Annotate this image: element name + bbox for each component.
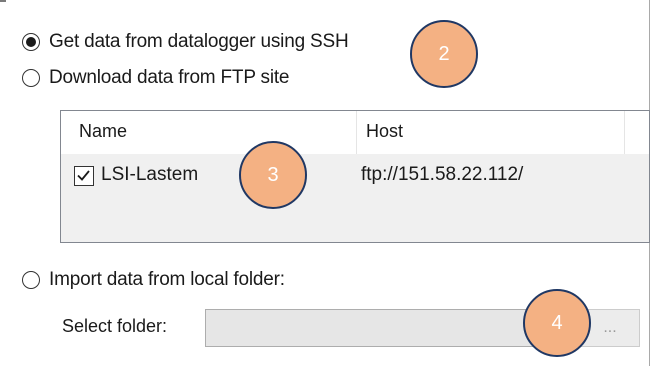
callout-badge: 4 — [523, 289, 591, 357]
row-host: ftp://151.58.22.112/ — [361, 164, 524, 185]
column-separator[interactable] — [356, 111, 357, 154]
callout-badge: 2 — [410, 20, 478, 88]
folder-path-input[interactable] — [205, 309, 574, 347]
list-header: Name Host — [61, 111, 649, 154]
column-header-name[interactable]: Name — [79, 121, 127, 142]
row-checkbox[interactable] — [74, 166, 94, 186]
row-name: LSI-Lastem — [101, 164, 199, 185]
radio-unselected-icon[interactable] — [22, 69, 40, 87]
radio-label-local: Import data from local folder: — [49, 269, 285, 290]
column-header-host[interactable]: Host — [366, 121, 403, 142]
radio-label-ssh: Get data from datalogger using SSH — [49, 31, 349, 52]
radio-selected-icon[interactable] — [22, 33, 40, 51]
radio-label-ftp: Download data from FTP site — [49, 67, 290, 88]
radio-unselected-icon[interactable] — [22, 271, 40, 289]
column-separator[interactable] — [624, 111, 625, 154]
checkmark-icon — [77, 170, 90, 181]
radio-option-ftp[interactable]: Download data from FTP site — [22, 64, 290, 92]
radio-option-local[interactable]: Import data from local folder: — [22, 266, 285, 294]
callout-badge: 3 — [239, 141, 307, 209]
ftp-site-list[interactable]: Name Host LSI-Lastem ftp://151.58.22.112… — [60, 110, 650, 243]
list-row[interactable]: LSI-Lastem ftp://151.58.22.112/ — [61, 154, 649, 198]
frame-corner — [0, 0, 6, 2]
select-folder-label: Select folder: — [62, 316, 168, 336]
radio-option-ssh[interactable]: Get data from datalogger using SSH — [22, 28, 349, 56]
